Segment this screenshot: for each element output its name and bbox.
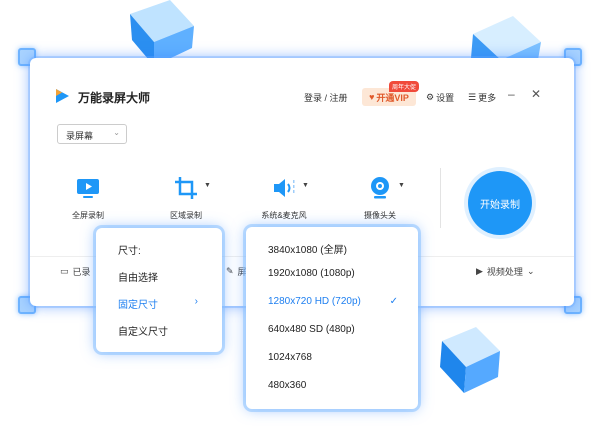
start-record-button[interactable]: 开始录制: [468, 171, 532, 235]
webcam-icon: [371, 177, 389, 199]
size-menu: 尺寸: 自由选择 固定尺寸 › 自定义尺寸: [96, 228, 222, 352]
size-option-fixed-label: 固定尺寸: [118, 300, 158, 311]
video-process-button[interactable]: ▶ 视频处理 ⌄: [476, 265, 534, 278]
video-process-label: 视频处理: [486, 267, 523, 277]
resolution-menu: 3840x1080 (全屏) 1920x1080 (1080p) 1280x72…: [246, 227, 418, 409]
recorded-files-label: 已录: [72, 267, 91, 277]
vip-promo-badge: 周年大促: [389, 81, 420, 92]
audio-source-label: 系统&麦克风: [261, 211, 307, 220]
pen-icon: ✎: [226, 266, 234, 276]
chevron-down-icon: ⌄: [526, 266, 535, 276]
fullscreen-record-label: 全屏录制: [72, 211, 104, 220]
chevron-down-icon: ⌄: [113, 128, 120, 137]
settings-label: 设置: [436, 93, 455, 103]
chevron-right-icon: ›: [194, 296, 198, 307]
region-dropdown-arrow-icon[interactable]: ▼: [204, 182, 211, 189]
app-logo-icon: [56, 89, 69, 103]
resolution-option-selected[interactable]: 1280x720 HD (720p) ✓: [246, 296, 418, 307]
checkmark-icon: ✓: [389, 296, 398, 307]
size-option-custom[interactable]: 自定义尺寸: [96, 323, 222, 338]
more-button[interactable]: ☰ 更多: [468, 91, 496, 104]
more-label: 更多: [478, 93, 497, 103]
screenshot-button[interactable]: ✎ 屏: [226, 265, 247, 278]
size-option-fixed[interactable]: 固定尺寸 ›: [96, 296, 222, 311]
minimize-button[interactable]: –: [508, 87, 515, 101]
size-option-free[interactable]: 自由选择: [96, 269, 222, 284]
resolution-option[interactable]: 1920x1080 (1080p): [246, 268, 418, 279]
resolution-option[interactable]: 1024x768: [246, 352, 418, 363]
vip-button-label: 开通VIP: [376, 92, 409, 103]
monitor-play-icon: [77, 179, 99, 198]
vip-heart-icon: ♥: [369, 92, 375, 102]
cube-decoration-top-left: [130, 0, 194, 66]
record-mode-select[interactable]: 录屏幕 ⌄: [57, 124, 127, 144]
resolution-option[interactable]: 480x360: [246, 380, 418, 391]
cube-decoration-bottom-right: [440, 327, 500, 393]
video-file-icon: ▭: [60, 266, 69, 276]
toolbar-divider: [440, 168, 441, 228]
resolution-option[interactable]: 3840x1080 (全屏): [246, 241, 418, 256]
resolution-option[interactable]: 640x480 SD (480p): [246, 324, 418, 335]
size-menu-header: 尺寸:: [118, 246, 141, 257]
camera-dropdown-arrow-icon[interactable]: ▼: [398, 182, 405, 189]
close-button[interactable]: ✕: [531, 87, 541, 101]
camera-toggle-label: 摄像头关: [364, 211, 396, 220]
resolution-option-selected-label: 1280x720 HD (720p): [268, 296, 361, 307]
crop-icon: [175, 177, 197, 199]
app-title: 万能录屏大师: [78, 91, 151, 105]
speaker-icon: [274, 179, 295, 197]
region-record-label: 区域录制: [170, 211, 202, 220]
gear-icon: ⚙: [426, 92, 435, 102]
recorded-files-button[interactable]: ▭ 已录: [60, 265, 91, 278]
menu-icon: ☰: [468, 92, 477, 102]
audio-dropdown-arrow-icon[interactable]: ▼: [302, 182, 309, 189]
settings-button[interactable]: ⚙ 设置: [426, 91, 454, 104]
record-mode-value: 录屏幕: [66, 131, 94, 141]
video-edit-icon: ▶: [476, 266, 483, 276]
login-register-link[interactable]: 登录 / 注册: [304, 91, 348, 104]
